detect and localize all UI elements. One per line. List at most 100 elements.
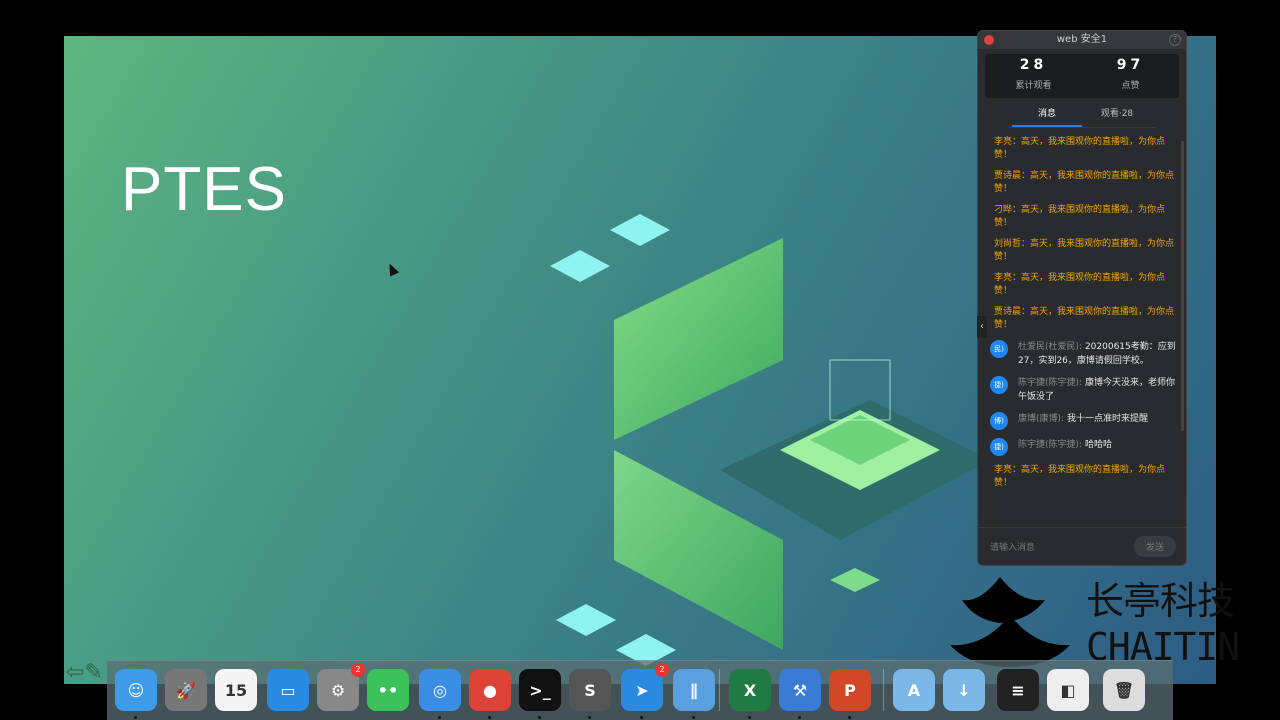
system-message: 李亮：高天，我来围观你的直播啦，为你点赞！ [994, 137, 1166, 160]
dock-glyph: ◧ [1060, 680, 1076, 700]
running-indicator [748, 716, 751, 719]
dock-glyph: A [907, 680, 921, 700]
back-arrow-icon[interactable]: ⇦ [66, 660, 84, 685]
system-message: 李亮：高天，我来围观你的直播啦，为你点赞！ [994, 273, 1166, 296]
dock-glyph: 🗑 [1113, 680, 1135, 700]
dock-terminal-window-icon[interactable]: ≡ [997, 669, 1039, 711]
dock-chrome-window-icon[interactable]: ◧ [1047, 669, 1089, 711]
dock-glyph: >_ [529, 680, 551, 700]
avatar[interactable]: 博) [990, 412, 1008, 430]
sender-name: 康博(康博): [1018, 414, 1065, 424]
running-indicator [538, 716, 541, 719]
dock-dingtalk-icon[interactable]: ➤ 2 [621, 663, 669, 719]
sender-name: 陈宇捷(陈宇捷): [1018, 440, 1083, 450]
system-message: 刘尚哲：高天，我来围观你的直播啦，为你点赞！ [994, 239, 1175, 262]
running-indicator [588, 716, 591, 719]
chaitin-logo-mark [950, 577, 1070, 667]
user-message: 民) 杜爱民(杜爱民): 20200615考勤：应到27，实到26，康博请假回学校… [990, 340, 1176, 368]
message-body: 陈宇捷(陈宇捷): 哈哈哈 [1018, 438, 1112, 456]
dock-launchpad-icon[interactable]: 🚀 [165, 669, 207, 711]
close-button[interactable] [984, 35, 994, 45]
dock-glyph: ≡ [1011, 680, 1025, 700]
system-message: 刁晔：高天，我来围观你的直播啦，为你点赞！ [994, 205, 1166, 228]
scrollbar[interactable] [1181, 141, 1184, 431]
dock-glyph: ☺ [127, 680, 145, 700]
help-icon[interactable]: ? [1169, 34, 1181, 46]
dock-glyph: ⚒ [792, 680, 808, 700]
send-button[interactable]: 发送 [1133, 536, 1176, 557]
dock-glyph: ◎ [433, 680, 447, 700]
dock-glyph: ∥ [690, 680, 698, 700]
live-chat-panel: web 安全1 ? 28 累计观看 97 点赞 消息 观看·28 李亮：高天，我来围… [977, 30, 1187, 566]
user-message: 捷) 陈宇捷(陈宇捷): 哈哈哈 [990, 438, 1176, 456]
stat-views: 28 累计观看 [985, 54, 1082, 98]
avatar[interactable]: 捷) [990, 376, 1008, 394]
likes-count: 97 [1116, 57, 1145, 73]
stats-box: 28 累计观看 97 点赞 [985, 54, 1179, 98]
logo-text-cn: 长亭科技 [1086, 579, 1235, 623]
dock-glyph: 🚀 [176, 680, 196, 700]
dock-downloads-folder-icon[interactable]: ↓ [943, 669, 985, 711]
dock-glyph: S [584, 680, 596, 700]
running-indicator [134, 716, 137, 719]
dock-glyph: ● [483, 680, 497, 700]
system-message: 贾诗晨：高天，我来围观你的直播啦，为你点赞！ [994, 307, 1175, 330]
system-message: 李亮：高天，我来围观你的直播啦，为你点赞！ [994, 465, 1166, 488]
dock-terminal-icon[interactable]: >_ [519, 669, 561, 719]
panel-title: web 安全1 [1056, 34, 1108, 45]
dock-xcode-icon[interactable]: ⚒ [779, 669, 821, 719]
dock-parallels-icon[interactable]: ∥ [673, 669, 715, 719]
dock-keynote-icon[interactable]: ▭ [267, 669, 309, 711]
system-message: 贾诗晨：高天，我来围观你的直播啦，为你点赞！ [994, 171, 1175, 194]
running-indicator [798, 716, 801, 719]
running-indicator [438, 716, 441, 719]
sender-name: 杜爱民(杜爱民): [1018, 342, 1083, 352]
running-indicator [488, 716, 491, 719]
running-indicator [848, 716, 851, 719]
dock-wechat-icon[interactable]: •• [367, 669, 409, 711]
dock-glyph: 15 [224, 680, 248, 700]
dock-glyph: X [743, 680, 757, 700]
notification-badge: 2 [351, 663, 365, 677]
dock-separator [883, 669, 884, 711]
dock-glyph: ↓ [957, 680, 971, 700]
message-input[interactable] [990, 541, 1110, 552]
views-label: 累计观看 [1015, 81, 1052, 91]
dock-trash-icon[interactable]: 🗑 [1103, 669, 1145, 711]
dock-calendar-icon[interactable]: 15 [215, 669, 257, 711]
avatar[interactable]: 捷) [990, 438, 1008, 456]
avatar[interactable]: 民) [990, 340, 1008, 358]
dock-glyph: •• [377, 680, 399, 700]
collapse-panel-icon[interactable]: ‹ [977, 316, 987, 338]
input-bar: 发送 [978, 527, 1186, 565]
dock: ☺ 🚀 15 ▭ ⚙ 2 •• ◎ ● >_ S ➤ 2 ∥ X ⚒ P A ↓ ≡ ◧ 🗑 [107, 660, 1173, 720]
dock-excel-icon[interactable]: X [729, 669, 771, 719]
slide-title: PTES [121, 155, 287, 224]
message-text: 我十一点准时来提醒 [1066, 414, 1148, 424]
pen-icon[interactable]: ✎ [84, 660, 102, 685]
dock-chrome-icon[interactable]: ● [469, 669, 511, 719]
dock-applications-folder-icon[interactable]: A [893, 669, 935, 711]
dock-glyph: P [844, 680, 856, 700]
dock-separator [719, 669, 720, 711]
message-body: 陈宇捷(陈宇捷): 康博今天没来，老师你午饭没了 [1018, 376, 1176, 404]
tab-viewers[interactable]: 观看·28 [1082, 104, 1152, 127]
chaitin-logo-text: 长亭科技 CHAITIN [1086, 578, 1240, 670]
dock-system-preferences-icon[interactable]: ⚙ 2 [317, 663, 365, 711]
dock-powerpoint-icon[interactable]: P [829, 669, 871, 719]
dock-glyph: ▭ [280, 680, 296, 700]
tab-messages[interactable]: 消息 [1012, 104, 1082, 127]
running-indicator [640, 716, 643, 719]
message-list[interactable]: 李亮：高天，我来围观你的直播啦，为你点赞！ 贾诗晨：高天，我来围观你的直播啦，为你… [978, 128, 1186, 518]
views-count: 28 [1019, 57, 1048, 73]
slide-tools: ⇦✎ [66, 660, 103, 685]
likes-label: 点赞 [1121, 81, 1140, 91]
sender-name: 陈宇捷(陈宇捷): [1018, 378, 1083, 388]
user-message: 博) 康博(康博): 我十一点准时来提醒 [990, 412, 1176, 430]
dock-sublime-text-icon[interactable]: S [569, 669, 611, 719]
dock-glyph: ⚙ [330, 680, 346, 700]
dock-safari-icon[interactable]: ◎ [419, 669, 461, 719]
dock-finder-icon[interactable]: ☺ [115, 669, 157, 719]
notification-badge: 2 [655, 663, 669, 677]
message-body: 杜爱民(杜爱民): 20200615考勤：应到27，实到26，康博请假回学校。 [1018, 340, 1176, 368]
